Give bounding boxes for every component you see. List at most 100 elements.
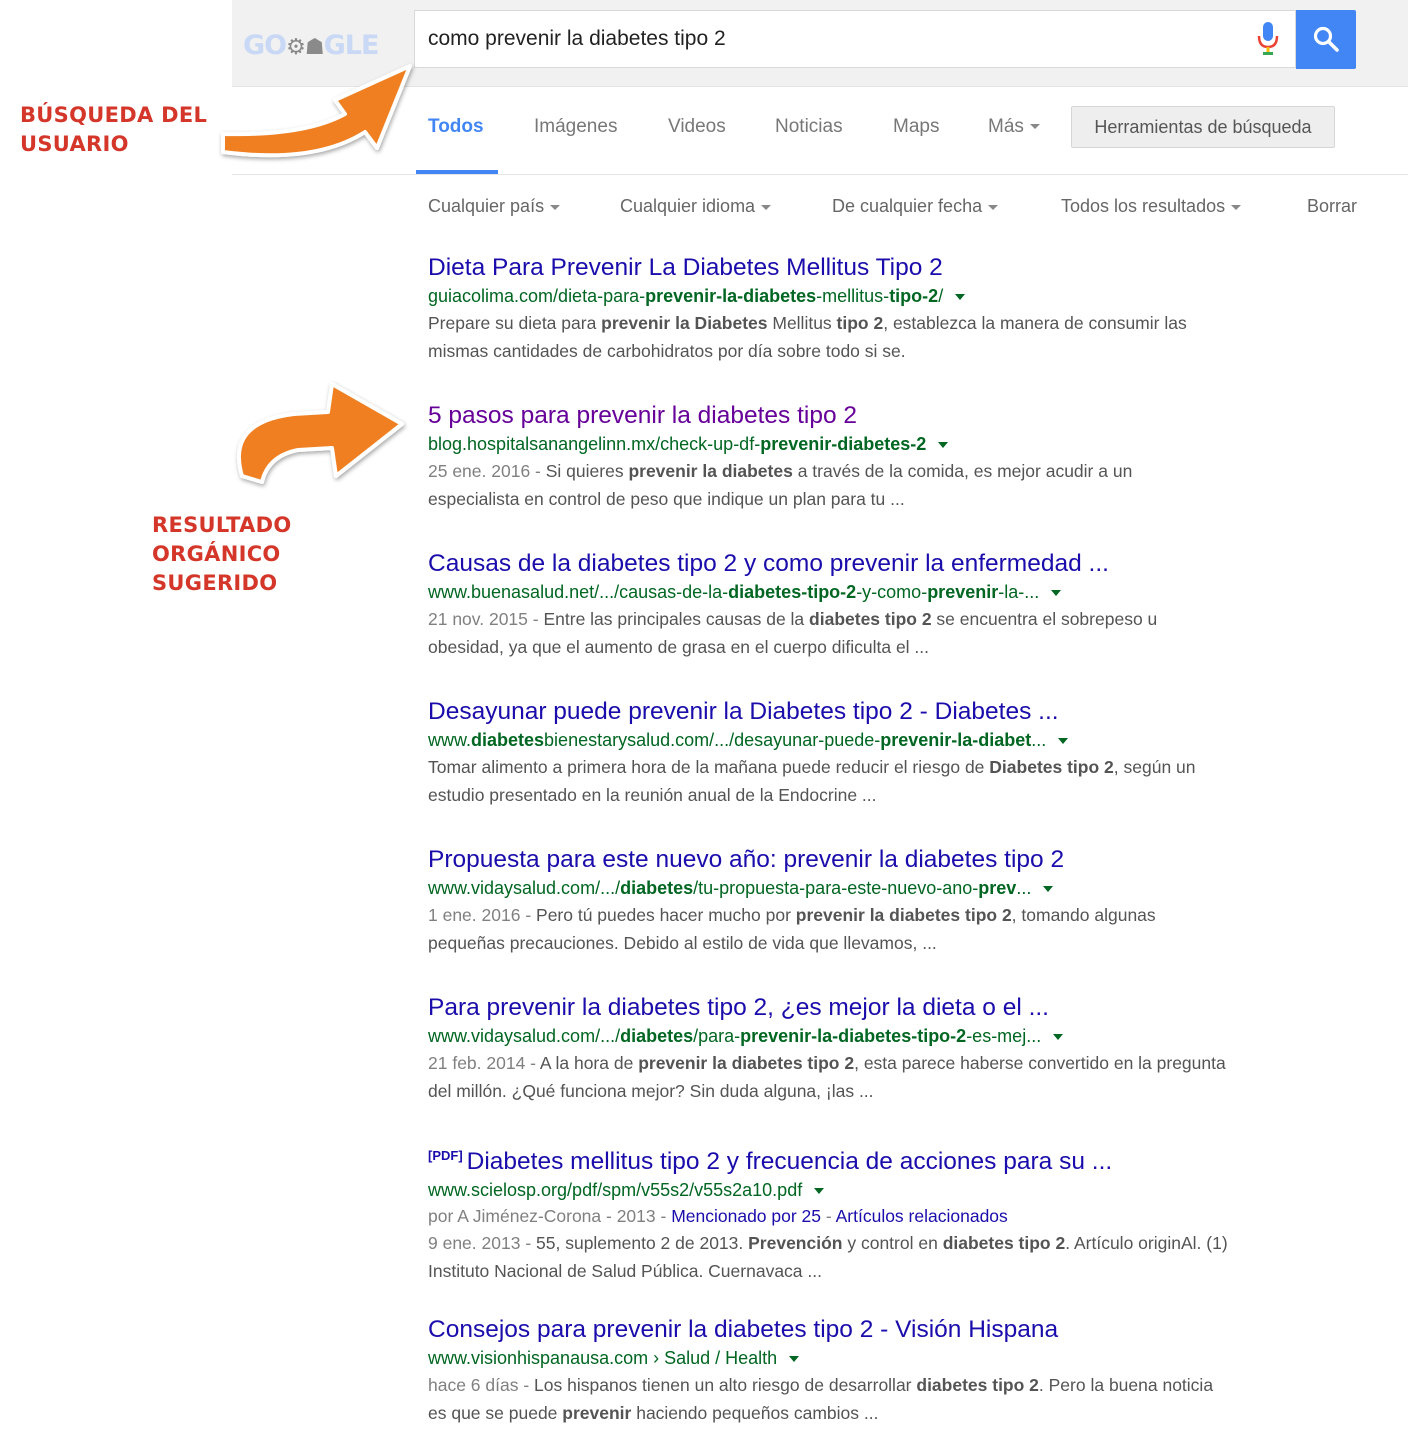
chevron-down-icon[interactable] (1043, 886, 1054, 893)
cited-by-link[interactable]: Mencionado por 25 (671, 1206, 821, 1226)
result-author: por A Jiménez-Corona - 2013 - (428, 1206, 672, 1227)
result-url[interactable]: blog.hospitalsanangelinn.mx/check-up-df-… (428, 431, 1228, 457)
result-title-text: Diabetes mellitus tipo 2 y frecuencia de… (466, 1148, 1113, 1176)
annotation-line: BÚSQUEDA DEL (20, 103, 208, 127)
result-date: 1 ene. 2016 (428, 905, 521, 925)
chevron-down-icon[interactable] (955, 294, 966, 301)
date-separator: - (518, 1375, 535, 1395)
related-articles-link[interactable]: Artículos relacionados (836, 1206, 1008, 1226)
chevron-down-icon[interactable] (1053, 1034, 1064, 1041)
text-segment: Entre las principales causas de la (543, 609, 810, 629)
result-url[interactable]: www.buenasalud.net/.../causas-de-la-diab… (428, 579, 1228, 605)
result-snippet: 25 ene. 2016 - Si quieres prevenir la di… (428, 457, 1228, 513)
result-snippet: hace 6 días - Los hispanos tienen un alt… (428, 1371, 1228, 1427)
result-url[interactable]: www.vidaysalud.com/.../diabetes/tu-propu… (428, 875, 1228, 901)
text-segment: Tomar alimento a primera hora de la maña… (428, 757, 990, 777)
filter-label: Cualquier idioma (620, 196, 756, 216)
filter-clear[interactable]: Borrar (1307, 196, 1357, 217)
result-title-link[interactable]: Para prevenir la diabetes tipo 2, ¿es me… (428, 993, 1228, 1023)
result-date: 21 feb. 2014 (428, 1053, 526, 1073)
date-separator: - (520, 905, 537, 925)
text-segment: blog.hospitalsanangelinn.mx/check-up-df- (428, 434, 761, 454)
highlighted-term: prevenir-diabetes-2 (760, 434, 927, 454)
highlighted-term: diabetes (620, 1026, 694, 1046)
chevron-down-icon[interactable] (789, 1356, 800, 1363)
text-segment: guiacolima.com/dieta-para- (428, 286, 646, 306)
result-url[interactable]: www.visionhispanausa.com › Salud / Healt… (428, 1345, 1228, 1371)
chevron-down-icon (761, 204, 772, 210)
result-title-link[interactable]: [PDF] Diabetes mellitus tipo 2 y frecuenc… (428, 1141, 1228, 1177)
highlighted-term: prevenir (927, 582, 999, 602)
search-tools-button[interactable]: Herramientas de búsqueda (1071, 106, 1335, 148)
tab-videos[interactable]: Videos (668, 116, 726, 138)
result-title-text: Desayunar puede prevenir la Diabetes tip… (428, 698, 1059, 725)
result-snippet: 1 ene. 2016 - Pero tú puedes hacer mucho… (428, 901, 1228, 957)
result-url[interactable]: guiacolima.com/dieta-para-prevenir-la-di… (428, 283, 1228, 309)
annotation-line: ORGÁNICO (152, 542, 281, 566)
result-title-link[interactable]: Consejos para prevenir la diabetes tipo … (428, 1315, 1228, 1345)
highlighted-term: Diabetes tipo 2 (989, 757, 1114, 777)
result-meta: por A Jiménez-Corona - 2013 - Mencionado… (428, 1203, 1228, 1229)
text-segment: -es-mej... (966, 1026, 1042, 1046)
text-segment: www. (428, 730, 472, 750)
tab-noticias[interactable]: Noticias (775, 116, 843, 138)
tab-maps[interactable]: Maps (893, 116, 939, 138)
filter-language[interactable]: Cualquier idioma (620, 196, 772, 217)
result-title-link[interactable]: 5 pasos para prevenir la diabetes tipo 2 (428, 401, 1228, 431)
annotation-result-label: RESULTADO ORGÁNICO SUGERIDO (152, 511, 292, 598)
tab-imagenes[interactable]: Imágenes (534, 116, 617, 138)
search-input[interactable]: como prevenir la diabetes tipo 2 (414, 10, 1296, 68)
highlighted-term: diabetes tipo 2 (942, 1233, 1066, 1254)
filter-country[interactable]: Cualquier país (428, 196, 561, 217)
text-segment: ... (1016, 878, 1032, 898)
result-title-link[interactable]: Dieta Para Prevenir La Diabetes Mellitus… (428, 253, 1228, 283)
search-query-text: como prevenir la diabetes tipo 2 (428, 27, 726, 50)
result-title-text: Para prevenir la diabetes tipo 2, ¿es me… (428, 994, 1049, 1021)
chevron-down-icon[interactable] (1058, 738, 1069, 745)
search-button[interactable] (1296, 10, 1356, 69)
meta-separator: - (821, 1206, 836, 1227)
result-url[interactable]: www.scielosp.org/pdf/spm/v55s2/v55s2a10.… (428, 1177, 1228, 1203)
filter-label: De cualquier fecha (832, 196, 983, 216)
tab-mas[interactable]: Más (988, 116, 1040, 138)
annotation-query-label: BÚSQUEDA DEL USUARIO (20, 101, 207, 159)
highlighted-term: diabetes (471, 730, 545, 750)
pdf-tag: [PDF] (428, 1148, 463, 1163)
chevron-down-icon[interactable] (938, 442, 949, 449)
text-segment: bienestarysalud.com/.../desayunar-puede- (544, 730, 881, 750)
text-segment: www.vidaysalud.com/.../ (428, 878, 621, 898)
highlighted-term: tipo-2 (889, 286, 939, 306)
filter-date[interactable]: De cualquier fecha (832, 196, 999, 217)
arrow-to-query-icon (221, 64, 412, 158)
result-date: 21 nov. 2015 (428, 609, 528, 629)
search-result: Propuesta para este nuevo año: prevenir … (428, 845, 1228, 957)
filter-label: Cualquier país (428, 196, 545, 216)
text-segment: ... (1031, 730, 1047, 750)
text-segment: Prepare su dieta para (428, 313, 602, 333)
search-result: Dieta Para Prevenir La Diabetes Mellitus… (428, 253, 1228, 365)
tab-todos[interactable]: Todos (428, 116, 484, 138)
text-segment: A la hora de (539, 1053, 639, 1073)
result-title-link[interactable]: Propuesta para este nuevo año: prevenir … (428, 845, 1228, 875)
result-title-link[interactable]: Desayunar puede prevenir la Diabetes tip… (428, 697, 1228, 727)
chevron-down-icon[interactable] (814, 1188, 825, 1195)
search-result: Para prevenir la diabetes tipo 2, ¿es me… (428, 993, 1228, 1105)
text-segment: / (938, 286, 944, 306)
result-snippet: 9 ene. 2013 - 55, suplemento 2 de 2013. … (428, 1229, 1228, 1285)
text-segment: /tu-propuesta-para-este-nuevo-ano- (693, 878, 979, 898)
chevron-down-icon[interactable] (1051, 590, 1062, 597)
result-title-link[interactable]: Causas de la diabetes tipo 2 y como prev… (428, 549, 1228, 579)
result-title-text: Causas de la diabetes tipo 2 y como prev… (428, 550, 1109, 577)
result-url[interactable]: www.vidaysalud.com/.../diabetes/para-pre… (428, 1023, 1228, 1049)
filter-results[interactable]: Todos los resultados (1061, 196, 1242, 217)
result-snippet: 21 nov. 2015 - Entre las principales cau… (428, 605, 1228, 661)
text-segment: Mellitus (767, 313, 837, 333)
result-url[interactable]: www.diabetesbienestarysalud.com/.../desa… (428, 727, 1228, 753)
chevron-down-icon (1231, 204, 1242, 210)
search-result: Causas de la diabetes tipo 2 y como prev… (428, 549, 1228, 661)
result-snippet: Tomar alimento a primera hora de la maña… (428, 753, 1228, 809)
text-segment: www.scielosp.org/pdf/spm/v55s2/v55s2a10.… (428, 1180, 803, 1201)
magnifier-icon (1313, 26, 1339, 52)
highlighted-term: prevenir-la-diabet (880, 730, 1032, 750)
microphone-icon[interactable] (1256, 22, 1280, 60)
